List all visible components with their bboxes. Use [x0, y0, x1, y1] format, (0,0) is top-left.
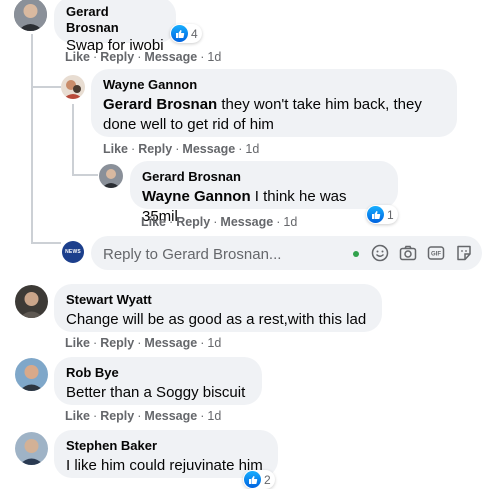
- reply-link[interactable]: Reply: [100, 336, 134, 350]
- comment-author[interactable]: Gerard Brosnan: [142, 169, 386, 185]
- reply-link[interactable]: Reply: [100, 409, 134, 423]
- avatar[interactable]: [99, 164, 123, 188]
- comment-actions: Like · Reply · Message · 1d: [65, 50, 222, 64]
- mention-link[interactable]: Wayne Gannon: [142, 188, 251, 205]
- comment-bubble: Wayne Gannon Gerard Brosnan they won't t…: [91, 69, 457, 137]
- like-reaction-icon: [171, 25, 188, 42]
- mention-link[interactable]: Gerard Brosnan: [103, 96, 217, 113]
- message-link[interactable]: Message: [220, 215, 273, 229]
- avatar[interactable]: [15, 432, 48, 465]
- comment-text: I like him could rejuvinate him: [66, 457, 263, 474]
- svg-text:GIF: GIF: [431, 252, 441, 258]
- sticker-icon[interactable]: [455, 244, 473, 262]
- like-link[interactable]: Like: [65, 336, 90, 350]
- comment-actions: Like · Reply · Message · 1d: [65, 409, 222, 423]
- timestamp[interactable]: 1d: [245, 142, 259, 156]
- comment-actions: Like · Reply · Message · 1d: [65, 336, 222, 350]
- avatar[interactable]: [14, 0, 47, 31]
- message-link[interactable]: Message: [182, 142, 235, 156]
- message-link[interactable]: Message: [144, 409, 197, 423]
- comment-bubble: Gerard Brosnan Wayne Gannon I think he w…: [130, 161, 398, 225]
- comment-actions: Like · Reply · Message · 1d: [103, 142, 260, 156]
- avatar[interactable]: [61, 75, 85, 99]
- news-avatar-label: NEWS: [65, 249, 81, 255]
- thread-branch-reply: [31, 242, 61, 244]
- news-avatar: NEWS: [62, 241, 84, 263]
- reply-input[interactable]: [101, 243, 345, 265]
- avatar[interactable]: [15, 285, 48, 318]
- like-link[interactable]: Like: [65, 50, 90, 64]
- message-link[interactable]: Message: [144, 50, 197, 64]
- reaction-count[interactable]: 1: [366, 205, 398, 224]
- timestamp[interactable]: 1d: [283, 215, 297, 229]
- like-link[interactable]: Like: [103, 142, 128, 156]
- comment-bubble: Rob Bye Better than a Soggy biscuit: [54, 357, 262, 405]
- comment-author[interactable]: Wayne Gannon: [103, 77, 445, 93]
- comment-author[interactable]: Gerard Brosnan: [66, 4, 164, 36]
- comment-bubble: Stewart Wyatt Change will be as good as …: [54, 284, 382, 332]
- thread-branch-1: [31, 86, 61, 88]
- comment-text: Gerard Brosnan they won't take him back,…: [103, 96, 422, 133]
- timestamp[interactable]: 1d: [207, 50, 221, 64]
- thread-branch-2: [72, 174, 98, 176]
- gif-icon[interactable]: GIF: [427, 244, 445, 262]
- thread-line-nested: [72, 104, 74, 176]
- comment-author[interactable]: Rob Bye: [66, 365, 250, 381]
- like-reaction-icon: [367, 206, 384, 223]
- comment-actions: Like · Reply · Message · 1d: [141, 215, 298, 229]
- reaction-count[interactable]: 4: [170, 24, 202, 43]
- message-link[interactable]: Message: [144, 336, 197, 350]
- reply-link[interactable]: Reply: [138, 142, 172, 156]
- comment-text: Change will be as good as a rest,with th…: [66, 311, 367, 328]
- comment-author[interactable]: Stewart Wyatt: [66, 292, 370, 308]
- thread-line-main: [31, 34, 33, 244]
- timestamp[interactable]: 1d: [207, 336, 221, 350]
- comment-bubble: Gerard Brosnan Swap for iwobi: [54, 0, 176, 54]
- like-link[interactable]: Like: [141, 215, 166, 229]
- online-dot: [353, 251, 359, 257]
- comment-bubble: Stephen Baker I like him could rejuvinat…: [54, 430, 278, 478]
- like-link[interactable]: Like: [65, 409, 90, 423]
- comment-text: Better than a Soggy biscuit: [66, 384, 246, 401]
- emoji-icon[interactable]: [371, 244, 389, 262]
- reply-link[interactable]: Reply: [100, 50, 134, 64]
- camera-icon[interactable]: [399, 244, 417, 262]
- reply-link[interactable]: Reply: [176, 215, 210, 229]
- timestamp[interactable]: 1d: [207, 409, 221, 423]
- avatar[interactable]: [15, 358, 48, 391]
- comment-author[interactable]: Stephen Baker: [66, 438, 266, 454]
- reply-composer: GIF: [91, 236, 482, 270]
